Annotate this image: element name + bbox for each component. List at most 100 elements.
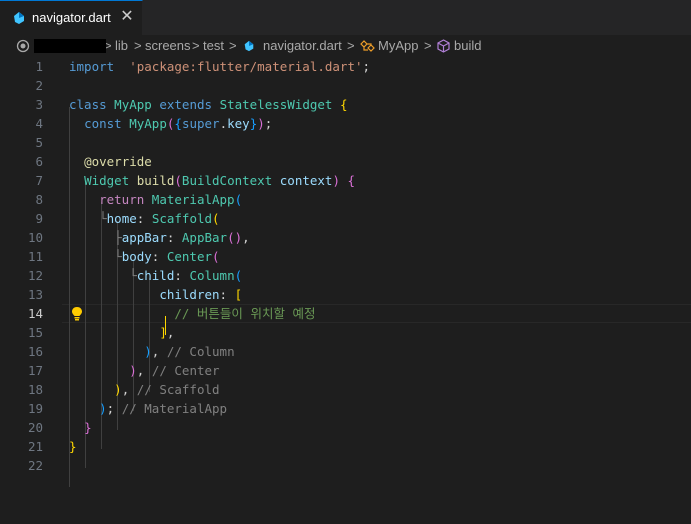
breadcrumb-item-file[interactable]: navigator.dart bbox=[263, 38, 342, 53]
code-token: └ bbox=[69, 211, 107, 226]
code-line[interactable]: 3 class MyApp extends StatelessWidget { bbox=[0, 95, 691, 114]
code-token: MyApp bbox=[129, 116, 167, 131]
breadcrumb-item-screens[interactable]: screens bbox=[145, 38, 191, 53]
code-token: class bbox=[69, 97, 107, 112]
code-token: , bbox=[151, 344, 167, 359]
code-token: Column bbox=[189, 268, 235, 283]
code-token: import bbox=[69, 59, 115, 74]
code-token: context bbox=[279, 173, 333, 188]
code-token: { bbox=[174, 116, 182, 131]
code-line[interactable]: 14 // 버튼들이 위치할 예정 bbox=[0, 304, 691, 323]
tab-bar: navigator.dart ✕ bbox=[0, 0, 691, 35]
line-code: import 'package:flutter/material.dart'; bbox=[69, 57, 370, 76]
code-token: StatelessWidget bbox=[219, 97, 333, 112]
code-token: children bbox=[159, 287, 220, 302]
code-token: AppBar bbox=[181, 230, 228, 245]
code-token: Widget bbox=[84, 173, 130, 188]
code-line[interactable]: 17 ), // Center bbox=[0, 361, 691, 380]
code-token: ( bbox=[174, 173, 182, 188]
breadcrumb-item-test[interactable]: test bbox=[203, 38, 224, 53]
code-line[interactable]: 10 ├appBar: AppBar(), bbox=[0, 228, 691, 247]
code-line[interactable]: 7 Widget build(BuildContext context) { bbox=[0, 171, 691, 190]
code-line[interactable]: 2 bbox=[0, 76, 691, 95]
line-number: 7 bbox=[35, 173, 43, 188]
code-line[interactable]: 18 ), // Scaffold bbox=[0, 380, 691, 399]
code-token: // Scaffold bbox=[136, 382, 220, 397]
code-line[interactable]: 22 bbox=[0, 456, 691, 475]
code-token: // Column bbox=[166, 344, 235, 359]
code-token: : bbox=[166, 230, 182, 245]
code-line[interactable]: 21} bbox=[0, 437, 691, 456]
code-token: // Center bbox=[151, 363, 220, 378]
code-line[interactable]: 8 return MaterialApp( bbox=[0, 190, 691, 209]
line-code: ), // Scaffold bbox=[69, 380, 220, 399]
code-line[interactable]: 9 └home: Scaffold( bbox=[0, 209, 691, 228]
code-token: ( bbox=[234, 192, 243, 207]
code-token: // 버튼들이 위치할 예정 bbox=[174, 306, 316, 321]
code-token: └ bbox=[69, 249, 122, 264]
code-line[interactable]: 20 } bbox=[0, 418, 691, 437]
code-line[interactable]: 11 └body: Center( bbox=[0, 247, 691, 266]
tab-navigator-dart[interactable]: navigator.dart ✕ bbox=[0, 0, 143, 35]
line-number: 6 bbox=[35, 154, 43, 169]
line-code: return MaterialApp( bbox=[69, 190, 242, 209]
code-token: { bbox=[347, 173, 356, 188]
breadcrumb-item-method[interactable]: build bbox=[454, 38, 481, 53]
line-number: 9 bbox=[35, 211, 43, 226]
code-token: build bbox=[136, 173, 175, 188]
code-token: ] bbox=[159, 325, 167, 340]
code-line[interactable]: 13 children: [ bbox=[0, 285, 691, 304]
record-icon bbox=[16, 39, 30, 53]
line-code: ├appBar: AppBar(), bbox=[69, 228, 250, 247]
code-token: const bbox=[84, 116, 122, 131]
line-number: 5 bbox=[35, 135, 43, 150]
line-number: 4 bbox=[35, 116, 43, 131]
code-line[interactable]: 19 ); // MaterialApp bbox=[0, 399, 691, 418]
code-line[interactable]: 5 bbox=[0, 133, 691, 152]
line-number: 8 bbox=[35, 192, 43, 207]
code-token: ( bbox=[234, 268, 243, 283]
line-number: 20 bbox=[27, 420, 43, 435]
code-token: key bbox=[227, 116, 250, 131]
code-line[interactable]: 12 └child: Column( bbox=[0, 266, 691, 285]
line-number: 12 bbox=[27, 268, 43, 283]
code-token: ) bbox=[99, 401, 107, 416]
code-token: : bbox=[219, 287, 235, 302]
code-token: { bbox=[339, 97, 348, 112]
code-line[interactable]: 15 ], bbox=[0, 323, 691, 342]
code-token: ( bbox=[212, 211, 220, 226]
code-line[interactable]: 16 ), // Column bbox=[0, 342, 691, 361]
code-token: └ bbox=[69, 268, 137, 283]
line-number: 19 bbox=[27, 401, 43, 416]
code-line[interactable]: 4 const MyApp({super.key}); bbox=[0, 114, 691, 133]
code-token: : bbox=[151, 249, 167, 264]
close-icon[interactable]: ✕ bbox=[118, 8, 136, 26]
code-line[interactable]: 1 import 'package:flutter/material.dart'; bbox=[0, 57, 691, 76]
line-code: } bbox=[69, 418, 92, 437]
line-number: 14 bbox=[27, 306, 43, 321]
code-token: } bbox=[84, 420, 92, 435]
line-code: Widget build(BuildContext context) { bbox=[69, 171, 355, 190]
code-token: body bbox=[121, 249, 152, 264]
code-token: BuildContext bbox=[181, 173, 273, 188]
breadcrumb-item-lib[interactable]: lib bbox=[115, 38, 128, 53]
code-token: ; bbox=[362, 59, 371, 74]
dart-icon bbox=[244, 40, 254, 52]
line-number: 22 bbox=[27, 458, 43, 473]
line-number: 2 bbox=[35, 78, 43, 93]
code-token: extends bbox=[159, 97, 213, 112]
code-editor[interactable]: 1 import 'package:flutter/material.dart';… bbox=[0, 57, 691, 524]
code-token: , bbox=[166, 325, 175, 340]
line-number: 1 bbox=[35, 59, 43, 74]
code-token: @override bbox=[84, 154, 152, 169]
line-code: └body: Center( bbox=[69, 247, 219, 266]
code-line[interactable]: 6 @override bbox=[0, 152, 691, 171]
breadcrumb-item-class[interactable]: MyApp bbox=[378, 38, 418, 53]
line-number: 17 bbox=[27, 363, 43, 378]
